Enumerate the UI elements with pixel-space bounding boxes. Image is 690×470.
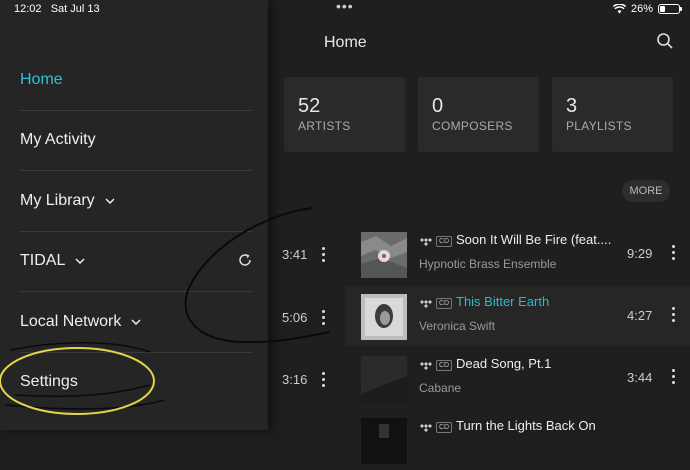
cd-badge: CD <box>436 422 453 433</box>
search-icon[interactable] <box>656 32 674 50</box>
stat-number: 0 <box>432 95 444 117</box>
album-art <box>361 294 407 340</box>
track-title: Soon It Will Be Fire (feat.... <box>456 232 612 247</box>
tidal-icon <box>420 237 432 246</box>
track-duration: 3:44 <box>627 370 653 385</box>
album-art <box>361 232 407 278</box>
status-bar: 12:02 Sat Jul 13 ••• 26% <box>0 0 690 20</box>
more-button[interactable]: MORE <box>622 180 670 202</box>
track-badges: CD <box>419 422 453 433</box>
cd-badge: CD <box>436 360 453 371</box>
date: Sat Jul 13 <box>50 3 100 15</box>
status-time: 12:02 Sat Jul 13 <box>14 3 100 15</box>
track-duration: 4:27 <box>627 308 653 323</box>
main-content: Home 52 ARTISTS 0 COMPOSERS 3 PLAYLISTS … <box>270 0 690 464</box>
menu-item-tidal[interactable]: TIDAL <box>20 231 252 292</box>
page-title: Home <box>324 34 367 51</box>
cd-badge: CD <box>436 236 453 247</box>
track-badges: CD <box>419 360 453 371</box>
battery-percent: 26% <box>630 3 653 15</box>
menu-item-label: TIDAL <box>20 252 66 269</box>
menu-item-label: My Library <box>20 192 95 209</box>
track-row[interactable]: CD Dead Song, Pt.1 Cabane 3:44 <box>345 348 690 408</box>
more-options-icon[interactable] <box>322 247 326 263</box>
stat-label: COMPOSERS <box>432 119 513 133</box>
battery-fill <box>660 6 665 12</box>
menu-item-label: Settings <box>20 373 78 390</box>
track-row[interactable]: CD Soon It Will Be Fire (feat.... Hypnot… <box>345 224 690 284</box>
menu-item-label: Home <box>20 71 63 88</box>
menu-item-label: Local Network <box>20 313 122 330</box>
track-artist: Hypnotic Brass Ensemble <box>419 257 557 271</box>
cd-badge: CD <box>436 298 453 309</box>
track-row-playing[interactable]: CD This Bitter Earth Veronica Swift 4:27 <box>345 286 690 346</box>
stat-label: PLAYLISTS <box>566 119 632 133</box>
battery-icon <box>658 4 682 14</box>
more-options-icon[interactable] <box>322 310 326 326</box>
stat-card-composers[interactable]: 0 COMPOSERS <box>418 77 539 152</box>
more-options-icon[interactable] <box>322 372 326 388</box>
menu-item-home[interactable]: Home <box>20 50 252 111</box>
side-menu: Home My Activity My Library TIDAL Local … <box>0 0 268 430</box>
clock: 12:02 <box>14 3 42 15</box>
menu-item-my-library[interactable]: My Library <box>20 171 252 232</box>
menu-item-label: My Activity <box>20 131 96 148</box>
menu-item-settings[interactable]: Settings <box>20 352 252 412</box>
stat-card-playlists[interactable]: 3 PLAYLISTS <box>552 77 673 152</box>
tidal-icon <box>420 299 432 308</box>
more-options-icon[interactable] <box>672 369 676 385</box>
track-artist: Cabane <box>419 381 462 395</box>
album-art <box>361 356 407 402</box>
track-badges: CD <box>419 298 453 309</box>
refresh-icon[interactable] <box>238 253 252 267</box>
stat-number: 52 <box>298 95 321 117</box>
chevron-down-icon <box>131 319 141 325</box>
stat-number: 3 <box>566 95 578 117</box>
wifi-icon <box>612 4 626 14</box>
tidal-icon <box>420 423 432 432</box>
track-title: Turn the Lights Back On <box>456 418 596 433</box>
track-badges: CD <box>419 236 453 247</box>
multitask-dots[interactable]: ••• <box>336 0 354 14</box>
track-title: Dead Song, Pt.1 <box>456 356 552 371</box>
more-options-icon[interactable] <box>672 307 676 323</box>
chevron-down-icon <box>75 258 85 264</box>
status-right: 26% <box>612 3 682 15</box>
stat-label: ARTISTS <box>298 119 351 133</box>
track-duration: 5:06 <box>282 310 308 325</box>
track-duration: 3:41 <box>282 247 308 262</box>
more-options-icon[interactable] <box>672 245 676 261</box>
track-title: This Bitter Earth <box>456 294 550 309</box>
track-duration: 9:29 <box>627 246 653 261</box>
chevron-down-icon <box>105 198 115 204</box>
menu-item-my-activity[interactable]: My Activity <box>20 110 252 171</box>
tidal-icon <box>420 361 432 370</box>
track-row[interactable]: CD Turn the Lights Back On <box>345 410 690 470</box>
menu-item-local-network[interactable]: Local Network <box>20 292 252 353</box>
stat-card-artists[interactable]: 52 ARTISTS <box>284 77 405 152</box>
album-art <box>361 418 407 464</box>
track-duration: 3:16 <box>282 372 308 387</box>
track-artist: Veronica Swift <box>419 319 496 333</box>
